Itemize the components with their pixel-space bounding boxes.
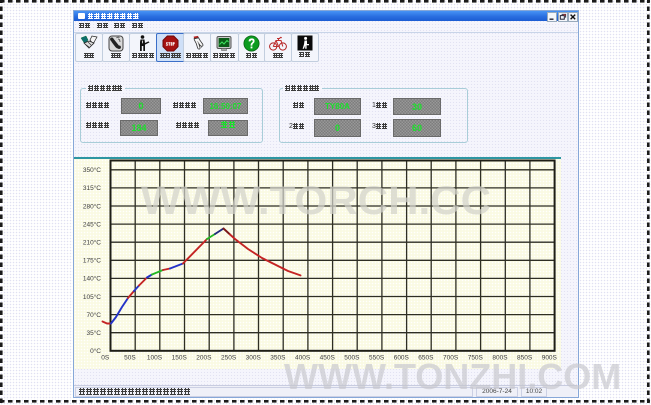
svg-text:0S: 0S (101, 355, 110, 362)
svg-text:WWW.TORCH.CC: WWW.TORCH.CC (141, 179, 491, 223)
svg-text:35°C: 35°C (86, 329, 101, 337)
svg-text:250S: 250S (221, 355, 237, 362)
svg-text:200S: 200S (196, 355, 212, 362)
svg-text:0°C: 0°C (90, 347, 101, 355)
svg-text:175°C: 175°C (83, 257, 101, 265)
svg-text:350°C: 350°C (83, 166, 101, 174)
svg-text:315°C: 315°C (83, 184, 101, 192)
svg-text:300S: 300S (246, 355, 262, 362)
svg-text:140°C: 140°C (83, 275, 101, 283)
svg-text:100S: 100S (147, 355, 163, 362)
svg-text:280°C: 280°C (83, 202, 101, 210)
svg-text:70°C: 70°C (86, 311, 101, 319)
svg-text:150S: 150S (172, 355, 188, 362)
svg-text:50S: 50S (124, 355, 136, 362)
svg-text:210°C: 210°C (83, 239, 101, 247)
svg-text:105°C: 105°C (83, 293, 101, 301)
svg-text:245°C: 245°C (83, 220, 101, 228)
